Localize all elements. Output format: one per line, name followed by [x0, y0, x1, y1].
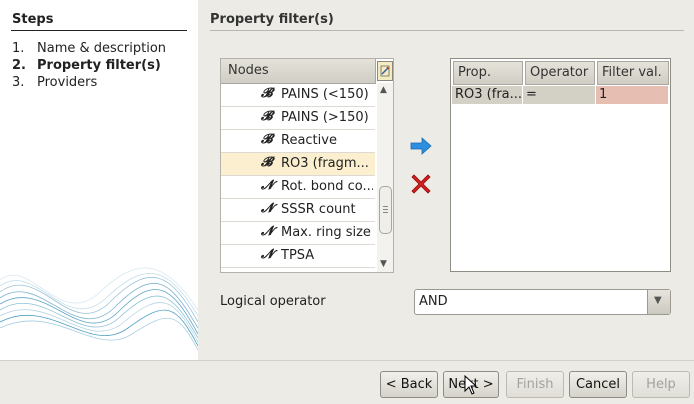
list-item-selected[interactable]: 𝓑 RO3 (fragm... [221, 153, 375, 176]
boolean-icon: 𝓑 [261, 132, 273, 147]
back-button[interactable]: < Back [380, 371, 438, 398]
logical-operator-select[interactable]: AND ▼ [414, 289, 671, 315]
nodes-column-header[interactable]: Nodes [221, 59, 376, 84]
list-item-label: Max. ring size [281, 225, 371, 240]
list-item-label: Reactive [281, 133, 337, 148]
finish-button[interactable]: Finish [506, 371, 564, 398]
column-header-label: Prop. [458, 65, 492, 80]
footer-divider [0, 360, 694, 361]
nodes-scrollbar[interactable]: ▲ ▼ [377, 83, 393, 272]
steps-panel: Steps 1. Name & description 2. Property fi… [0, 0, 198, 360]
list-item-label: RO3 (fragm... [281, 156, 369, 171]
list-item-label: SSSR count [281, 202, 356, 217]
list-item-label: TPSA [281, 248, 315, 263]
section-title: Property filter(s) [210, 12, 334, 27]
mouse-cursor-icon [464, 375, 478, 395]
list-item[interactable]: 𝓑 Reactive [221, 130, 375, 153]
step-property-filters: 2. Property filter(s) [12, 58, 161, 73]
list-item[interactable]: 𝓑 PAINS (>150) [221, 107, 375, 130]
list-item-label: PAINS (>150) [281, 110, 369, 125]
dropdown-button[interactable]: ▼ [647, 290, 670, 314]
step-providers: 3. Providers [12, 75, 97, 90]
step-name-description: 1. Name & description [12, 41, 166, 56]
step-label: Providers [37, 75, 98, 90]
red-x-icon [411, 174, 431, 194]
filters-table[interactable]: Prop. Operator Filter val. RO3 (fra... =… [450, 58, 671, 272]
boolean-icon: 𝓑 [261, 155, 273, 170]
step-number: 2. [12, 58, 26, 73]
table-cell-filter-value[interactable]: 1 [596, 86, 668, 104]
cell-value: 1 [599, 87, 608, 102]
remove-filter-button[interactable] [409, 172, 433, 196]
cancel-button[interactable]: Cancel [569, 371, 627, 398]
table-cell-prop[interactable]: RO3 (fra... [452, 86, 522, 104]
list-item[interactable]: 𝓝 Rot. bond co... [221, 176, 375, 199]
column-header-label: Operator [530, 65, 589, 80]
boolean-icon: 𝓑 [261, 109, 273, 124]
column-header-label: Filter val. [602, 65, 662, 80]
section-divider [210, 30, 684, 31]
column-header-prop[interactable]: Prop. [453, 61, 523, 85]
step-number: 3. [12, 75, 25, 90]
list-item[interactable]: 𝓝 TPSA [221, 245, 375, 268]
arrow-right-icon [410, 137, 432, 155]
step-label: Name & description [37, 41, 167, 56]
list-item-label: PAINS (<150) [281, 87, 369, 102]
list-item[interactable]: 𝓑 PAINS (<150) [221, 84, 375, 107]
list-item[interactable]: 𝓝 SSSR count [221, 199, 375, 222]
scroll-up-icon[interactable]: ▲ [380, 85, 387, 95]
grip-line [383, 212, 388, 213]
steps-divider [11, 30, 187, 31]
list-item[interactable]: 𝓝 Max. ring size [221, 222, 375, 245]
step-label: Property filter(s) [37, 58, 161, 73]
numeric-icon: 𝓝 [261, 224, 274, 239]
add-filter-button[interactable] [409, 136, 433, 156]
step-number: 1. [12, 41, 25, 56]
list-item-label: Rot. bond co... [281, 179, 373, 194]
table-cell-operator[interactable]: = [523, 86, 595, 104]
steps-title: Steps [12, 12, 54, 27]
chevron-down-icon: ▼ [654, 295, 662, 306]
cell-value: RO3 (fra... [455, 87, 522, 102]
column-header-operator[interactable]: Operator [525, 61, 595, 85]
logical-operator-value: AND [419, 294, 448, 309]
numeric-icon: 𝓝 [261, 178, 274, 193]
numeric-icon: 𝓝 [261, 201, 274, 216]
scroll-down-icon[interactable]: ▼ [380, 259, 387, 269]
nodes-header-label: Nodes [228, 63, 269, 78]
numeric-icon: 𝓝 [261, 247, 274, 262]
nodes-list[interactable]: Nodes 𝓑 PAINS (<150) 𝓑 PAINS (>150) 𝓑 React… [220, 58, 394, 273]
grip-line [383, 206, 388, 207]
cell-value: = [526, 87, 537, 102]
column-header-filter-value[interactable]: Filter val. [597, 61, 669, 85]
grip-line [383, 209, 388, 210]
boolean-icon: 𝓑 [261, 86, 273, 101]
help-button[interactable]: Help [632, 371, 690, 398]
logical-operator-label: Logical operator [220, 294, 326, 309]
column-chooser-icon[interactable] [377, 61, 393, 81]
scrollbar-thumb[interactable] [379, 186, 392, 234]
wave-decoration-image [0, 267, 198, 351]
